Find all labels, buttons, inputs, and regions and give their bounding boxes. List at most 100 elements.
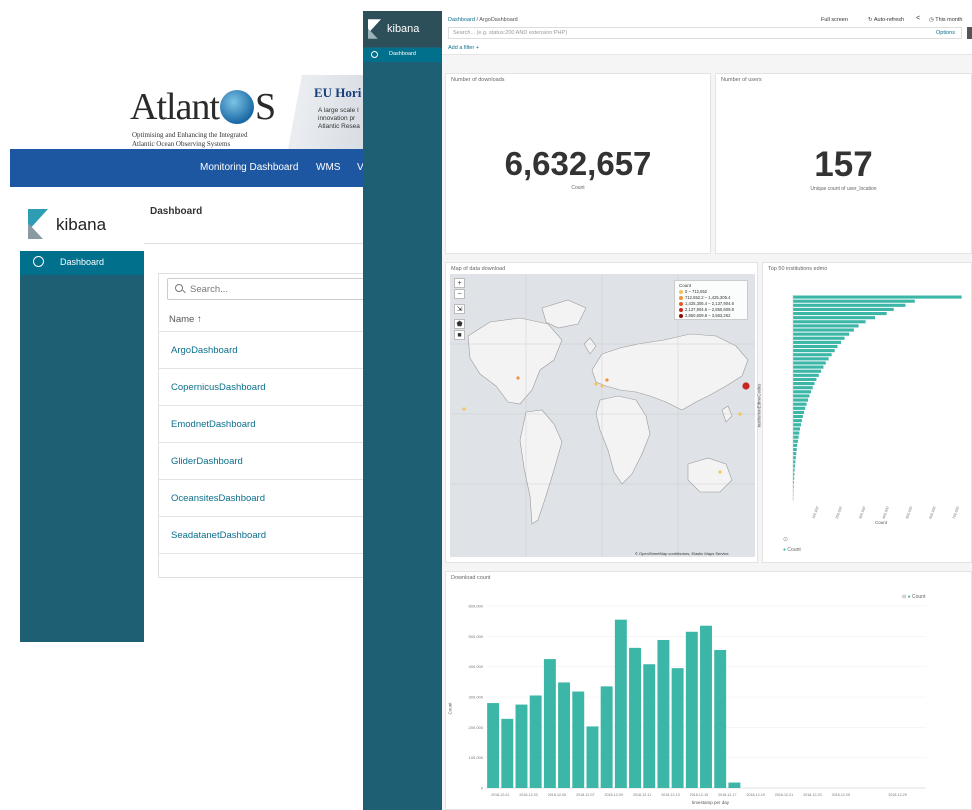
fullscreen-button[interactable]: Full screen bbox=[821, 17, 848, 23]
institution-bar bbox=[793, 365, 824, 369]
y-tick-label: 500,000 bbox=[469, 634, 484, 639]
draw-shape-button[interactable]: ⬟ bbox=[454, 319, 465, 329]
sidebar-item-dashboard[interactable]: Dashboard bbox=[363, 48, 442, 62]
x-tick-label: 400,000 bbox=[882, 506, 890, 520]
histogram-bar bbox=[529, 695, 542, 788]
y-axis-title: Count bbox=[447, 702, 453, 715]
breadcrumb-dashboard-link[interactable]: Dashboard bbox=[448, 17, 475, 23]
dashboard-link[interactable]: OceansitesDashboard bbox=[171, 493, 265, 504]
nav-wms[interactable]: WMS bbox=[316, 162, 340, 173]
world-map[interactable]: + − ⇲ ⬟ ■ Count 0 – 712,652 712,652.2 – … bbox=[450, 274, 755, 557]
institution-bar bbox=[793, 303, 906, 307]
time-back-button[interactable]: < bbox=[916, 15, 920, 22]
legend-swatch bbox=[679, 290, 683, 294]
x-tick-label: 2018-12-23 bbox=[803, 793, 821, 797]
x-tick-label: 2018-12-01 bbox=[491, 793, 509, 797]
institution-bar bbox=[793, 361, 826, 365]
draw-rectangle-button[interactable]: ■ bbox=[454, 330, 465, 340]
map-attribution-link[interactable]: © OpenStreetMap contributors, Elastic Ma… bbox=[635, 551, 729, 556]
kibana-brand[interactable]: kibana bbox=[20, 199, 144, 251]
institution-bar bbox=[793, 369, 822, 373]
legend-swatch bbox=[679, 302, 683, 306]
institution-bar bbox=[793, 316, 875, 320]
x-tick-label: 2018-12-09 bbox=[605, 793, 623, 797]
auto-refresh-button[interactable]: ↻ Auto-refresh bbox=[868, 17, 904, 23]
institution-bar bbox=[793, 394, 810, 398]
x-tick-label: 300,000 bbox=[858, 506, 866, 520]
kibana-brand-text: kibana bbox=[56, 215, 107, 234]
institution-bar bbox=[793, 435, 799, 439]
list-item: CopernicusDashboard bbox=[159, 368, 371, 405]
legend-swatch bbox=[679, 308, 683, 312]
histogram-bar bbox=[600, 686, 613, 788]
histogram-bar bbox=[643, 664, 656, 788]
metric-value: 6,632,657 bbox=[504, 145, 652, 182]
panel-title: Number of users bbox=[721, 77, 762, 83]
x-tick-label: 2018-12-21 bbox=[775, 793, 793, 797]
zoom-out-button[interactable]: − bbox=[454, 289, 465, 299]
legend-toggle-icon[interactable]: ⊙ bbox=[783, 536, 788, 543]
breadcrumb-separator: / bbox=[476, 17, 478, 23]
dashboard-link[interactable]: SeadatanetDashboard bbox=[171, 530, 266, 541]
nav-monitoring-dashboard[interactable]: Monitoring Dashboard bbox=[200, 162, 298, 173]
add-filter-button[interactable]: Add a filter + bbox=[448, 45, 479, 51]
atlantos-logo[interactable]: Atlant S Optimising and Enhancing the Int… bbox=[122, 83, 292, 148]
institution-bar bbox=[793, 423, 801, 427]
institution-bar bbox=[793, 377, 817, 382]
sidebar-item-dashboard[interactable]: Dashboard bbox=[20, 251, 144, 275]
x-tick-label: 2018-12-13 bbox=[661, 793, 679, 797]
institution-bar bbox=[793, 336, 845, 340]
legend-label: Count bbox=[912, 594, 926, 600]
x-tick-label: 2018-12-17 bbox=[718, 793, 736, 797]
y-tick-label: 600,000 bbox=[469, 604, 484, 609]
eu-horizon-banner: EU Hori A large scale I innovation pr At… bbox=[288, 75, 372, 149]
sidebar-item-label: Dashboard bbox=[60, 257, 105, 267]
legend-entry: 2,850,609.8 – 3,563,262 bbox=[679, 313, 749, 319]
y-tick-label: 100,000 bbox=[469, 755, 484, 760]
x-tick-label: 2018-12-19 bbox=[746, 793, 764, 797]
panel-number-of-users: Number of users 157 Unique count of user… bbox=[715, 73, 972, 254]
dashboard-link[interactable]: EmodnetDashboard bbox=[171, 419, 256, 430]
dashboard-link[interactable]: ArgoDashboard bbox=[171, 345, 238, 356]
institution-bar bbox=[793, 382, 815, 386]
dashboard-link[interactable]: CopernicusDashboard bbox=[171, 382, 266, 393]
panel-map-of-data-download: Map of data download + − ⇲ ⬟ ■ Count 0 –… bbox=[445, 262, 758, 563]
x-tick-label: 200,000 bbox=[835, 506, 843, 520]
name-column-header[interactable]: Name ↑ bbox=[169, 314, 202, 325]
query-search-input[interactable]: Search... (e.g. status:200 AND extension… bbox=[448, 27, 972, 39]
options-button[interactable]: Options bbox=[936, 30, 955, 36]
histogram-bar bbox=[685, 631, 698, 788]
time-picker[interactable]: ◷ This month bbox=[929, 17, 962, 23]
atlantos-header: Atlant S Optimising and Enhancing the Int… bbox=[10, 75, 372, 149]
legend-entry[interactable]: ● Count bbox=[783, 547, 801, 553]
institution-bar bbox=[793, 390, 812, 394]
kibana-logo-icon bbox=[368, 19, 381, 39]
legend-label: 0 – 712,652 bbox=[685, 289, 708, 294]
kibana-brand[interactable]: kibana bbox=[363, 11, 442, 47]
fit-bounds-button[interactable]: ⇲ bbox=[454, 304, 465, 314]
institution-bar bbox=[793, 332, 850, 336]
time-range-label: This month bbox=[935, 17, 963, 23]
legend-entry[interactable]: ⊙ ● Count bbox=[902, 594, 925, 600]
kibana-argo-dashboard-window: kibana Dashboard Dashboard / ArgoDashboa… bbox=[363, 11, 972, 810]
kibana-embedded-frame: kibana Dashboard Dashboard Search... Nam… bbox=[20, 199, 371, 642]
breadcrumb-current: ArgoDashboard bbox=[479, 17, 518, 23]
list-item: EmodnetDashboard bbox=[159, 405, 371, 442]
kibana-dashboard-list-page: Dashboard Search... Name ↑ ArgoDashboard… bbox=[144, 199, 371, 642]
legend-swatch bbox=[679, 296, 683, 300]
globe-icon bbox=[219, 90, 254, 124]
x-axis-title: timestamp per day bbox=[692, 800, 730, 805]
institution-bar bbox=[793, 427, 801, 431]
institution-bar bbox=[793, 464, 795, 468]
x-tick-label: 2018-12-03 bbox=[519, 793, 537, 797]
zoom-in-button[interactable]: + bbox=[454, 278, 465, 288]
dashboard-link[interactable]: GliderDashboard bbox=[171, 456, 243, 467]
search-input[interactable]: Search... bbox=[167, 278, 371, 300]
institution-bar bbox=[793, 311, 887, 316]
institution-bar bbox=[793, 357, 829, 361]
histogram-bar bbox=[629, 647, 641, 788]
institution-bar bbox=[793, 406, 806, 410]
search-submit-button[interactable] bbox=[967, 27, 972, 39]
institution-bar bbox=[793, 419, 802, 423]
map-legend: Count 0 – 712,652 712,652.2 – 1,425,305.… bbox=[674, 280, 748, 320]
